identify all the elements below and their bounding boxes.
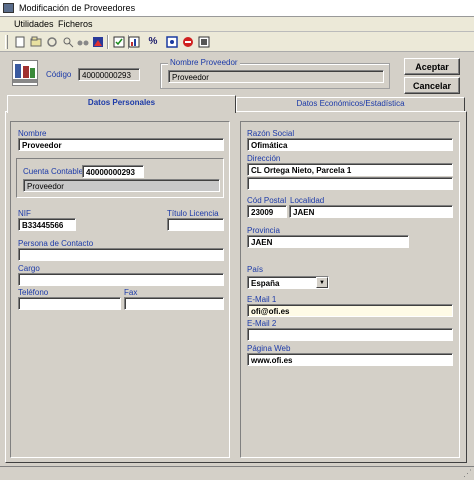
cod-postal-field[interactable]: 23009 bbox=[247, 205, 287, 218]
window-title: Modificación de Proveedores bbox=[19, 3, 136, 13]
cuenta-contable-label: Cuenta Contable bbox=[23, 167, 84, 176]
cancelar-button[interactable]: Cancelar bbox=[404, 77, 460, 94]
direccion-field-2[interactable] bbox=[247, 177, 453, 190]
persona-contacto-field[interactable] bbox=[18, 248, 224, 261]
persona-contacto-label: Persona de Contacto bbox=[18, 239, 94, 248]
binoculars-icon[interactable] bbox=[75, 34, 91, 49]
nombre-proveedor-label: Nombre Proveedor bbox=[168, 58, 240, 67]
nif-label: NIF bbox=[18, 209, 31, 218]
email2-label: E-Mail 2 bbox=[247, 319, 277, 328]
pais-label: País bbox=[247, 265, 264, 274]
provincia-label: Provincia bbox=[247, 226, 280, 235]
codigo-label: Código bbox=[46, 70, 72, 79]
localidad-label: Localidad bbox=[290, 196, 325, 205]
cuenta-contable-desc: Proveedor bbox=[23, 179, 220, 192]
telefono-label: Teléfono bbox=[18, 288, 49, 297]
codigo-field[interactable]: 40000000293 bbox=[78, 68, 140, 81]
new-icon[interactable] bbox=[12, 34, 28, 49]
cargo-field[interactable] bbox=[18, 273, 224, 286]
aceptar-button[interactable]: Aceptar bbox=[404, 58, 460, 75]
chart-icon[interactable] bbox=[126, 34, 142, 49]
pais-select-value: España bbox=[251, 279, 280, 288]
undo-icon[interactable] bbox=[44, 34, 60, 49]
titulo-licencia-field[interactable] bbox=[167, 218, 224, 231]
find-icon[interactable] bbox=[60, 34, 76, 49]
cuenta-contable-group bbox=[16, 158, 224, 198]
image-icon[interactable] bbox=[90, 34, 106, 49]
percent-icon[interactable]: % bbox=[145, 34, 161, 49]
nif-field[interactable]: B33445566 bbox=[18, 218, 76, 231]
calendar-check-icon[interactable] bbox=[111, 34, 127, 49]
toolbar-grip[interactable] bbox=[5, 35, 8, 49]
menu-bar: Utilidades Ficheros bbox=[0, 17, 474, 32]
toolbar: % bbox=[0, 32, 474, 52]
localidad-field[interactable]: JAEN bbox=[289, 205, 453, 218]
nombre-field[interactable]: Proveedor bbox=[18, 138, 224, 151]
menu-ficheros[interactable]: Ficheros bbox=[58, 19, 93, 29]
fax-field[interactable] bbox=[124, 297, 224, 310]
stop-icon[interactable] bbox=[180, 34, 196, 49]
razon-social-label: Razón Social bbox=[247, 129, 295, 138]
status-bar: ⋰ bbox=[0, 466, 474, 480]
email1-label: E-Mail 1 bbox=[247, 295, 277, 304]
cargo-label: Cargo bbox=[18, 264, 40, 273]
web-label: Página Web bbox=[247, 344, 291, 353]
cuenta-contable-field[interactable]: 40000000293 bbox=[82, 165, 144, 178]
email1-field[interactable]: ofi@ofi.es bbox=[247, 304, 453, 317]
nombre-proveedor-field[interactable]: Proveedor bbox=[168, 70, 384, 83]
fax-label: Fax bbox=[124, 288, 138, 297]
title-bar: Modificación de Proveedores bbox=[0, 0, 474, 17]
settings-icon[interactable] bbox=[164, 34, 180, 49]
window-icon[interactable] bbox=[3, 3, 14, 13]
titulo-licencia-label: Título Licencia bbox=[167, 209, 219, 218]
provincia-field[interactable]: JAEN bbox=[247, 235, 409, 248]
tab-datos-personales[interactable]: Datos Personales bbox=[7, 95, 236, 113]
supplier-avatar-icon bbox=[12, 60, 38, 86]
razon-social-field[interactable]: Ofimática bbox=[247, 138, 453, 151]
tab-datos-economicos[interactable]: Datos Económicos/Estadística bbox=[236, 97, 465, 111]
direccion-label: Dirección bbox=[247, 154, 281, 163]
web-field[interactable]: www.ofi.es bbox=[247, 353, 453, 366]
nombre-label: Nombre bbox=[18, 129, 47, 138]
telefono-field[interactable] bbox=[18, 297, 121, 310]
email2-field[interactable] bbox=[247, 328, 453, 341]
open-icon[interactable] bbox=[28, 34, 44, 49]
chevron-down-icon[interactable]: ▼ bbox=[316, 277, 328, 288]
print-icon[interactable] bbox=[196, 34, 212, 49]
menu-utilidades[interactable]: Utilidades bbox=[14, 19, 54, 29]
cod-postal-label: Cód Postal bbox=[247, 196, 287, 205]
direccion-field[interactable]: CL Ortega Nieto, Parcela 1 bbox=[247, 163, 453, 176]
resize-grip-icon[interactable]: ⋰ bbox=[463, 468, 472, 479]
